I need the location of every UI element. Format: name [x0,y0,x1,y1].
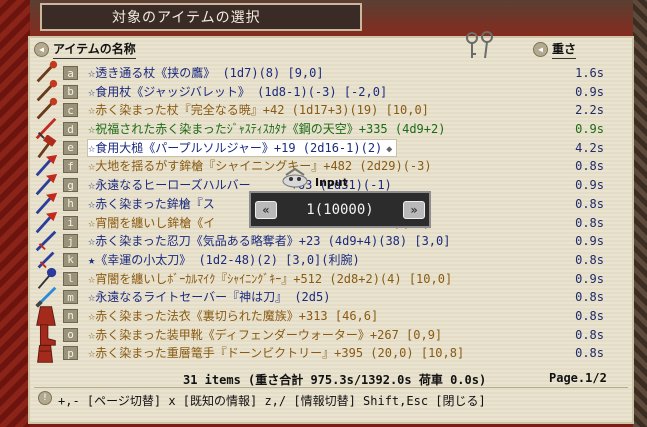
item-weight: 0.8s [575,215,604,230]
gauntlet-icon [37,345,54,364]
item-name: ★《幸運の小太刀》 (1d2-48)(2) [3,0](利腕) [88,252,364,268]
header-bullet-icon: ◀ [533,42,548,57]
item-row[interactable]: e ☆食用大槌《パープルソルジャー》+19 (2d16-1)(2) ◆ 4.2s [32,134,632,158]
item-row[interactable]: a ☆透き通る杖《挟の鷹》 (1d7)(8) [9,0] 1.6s [32,60,632,83]
item-row[interactable]: p ☆赤く染まった重層篭手『ドーンビクトリー』+395 (20,0) [10,8]… [32,344,632,364]
header-name-label: アイテムの名称 [53,40,136,59]
selection-cursor-icon: ◆ [386,143,393,155]
item-key-label[interactable]: a [63,66,78,80]
item-weight: 0.9s [575,122,604,137]
item-row[interactable]: j ☆赤く染まった忍刀《気品ある略奪者》+23 (4d9+4)(38) [3,0]… [32,230,632,252]
item-name-text: ☆赤く染まった杖『完全なる暁』+42 (1d17+3)(19) [10,0] [88,103,429,118]
item-name-text: ☆赤く染まった重層篭手『ドーンビクトリー』+395 (20,0) [10,8] [88,346,465,361]
item-name-text: ☆大地を揺るがす鉾槍『シャイニングキー』+482 (2d29)(-3) [88,159,432,174]
item-weight: 0.8s [575,252,604,267]
item-weight: 4.2s [575,140,604,155]
item-name: ☆赤く染まった法衣《裏切られた魔族》+313 [46,6] [88,308,382,324]
item-key-label[interactable]: c [63,103,78,118]
hint-icon: ! [38,391,52,405]
item-name-text: ☆宵闇を纏いしﾎﾞｰｶﾙﾏｲｸ『ｼｬｲﾆﾝｸﾞｷｰ』+512 (2d8+2)(4… [88,271,453,286]
quantity-value[interactable]: 1(10000) [277,202,403,218]
item-row[interactable]: c ☆赤く染まった杖『完全なる暁』+42 (1d17+3)(19) [10,0] 2… [32,98,632,120]
item-weight: 0.8s [575,290,604,305]
key-help: +,- [ページ切替] x [既知の情報] z,/ [情報切替] Shift,E… [58,394,486,408]
item-key-label[interactable]: k [63,252,78,267]
page-indicator: Page.1/2 [549,371,607,385]
input-dialog-label: Input [315,176,348,189]
item-name: ☆宵闇を纏いしﾎﾞｰｶﾙﾏｲｸ『ｼｬｲﾆﾝｸﾞｷｰ』+512 (2d8+2)(4… [88,271,456,287]
keys-icon [466,31,493,59]
item-name-text: ☆食用大槌《パープルソルジャー》+19 (2d16-1)(2) [88,140,383,155]
item-name-text: ☆赤く染まった忍刀《気品ある略奪者》+23 (4d9+4)(38) [3,0] [88,234,451,249]
item-name: ☆赤く染まった杖『完全なる暁』+42 (1d17+3)(19) [10,0] [88,102,433,118]
item-name-text: ☆透き通る杖《挟の鷹》 (1d7)(8) [9,0] [88,66,324,80]
item-name: ☆赤く染まった重層篭手『ドーンビクトリー』+395 (20,0) [10,8] [88,345,468,361]
item-row[interactable]: n ☆赤く染まった法衣《裏切られた魔族》+313 [46,6] 0.8s [32,306,632,326]
window-title: 対象のアイテムの選択 [40,3,362,31]
item-key-label[interactable]: j [63,234,78,249]
item-weight: 0.9s [575,178,604,193]
item-row[interactable]: b ☆食用杖《ジャッジバレット》 (1d8-1)(-3) [-2,0] 0.9s [32,79,632,102]
item-key-label[interactable]: p [63,346,78,361]
item-key-label[interactable]: e [63,140,78,155]
item-row[interactable]: f ☆大地を揺るがす鉾槍『シャイニングキー』+482 (2d29)(-3) 0.8s [32,155,632,177]
item-name: ☆食用大槌《パープルソルジャー》+19 (2d16-1)(2) ◆ [86,138,398,157]
item-row[interactable]: k ★《幸運の小太刀》 (1d2-48)(2) [3,0](利腕) 0.8s [32,251,632,270]
header-bullet-icon: ◀ [34,42,49,57]
item-name: ☆大地を揺るがす鉾槍『シャイニングキー』+482 (2d29)(-3) [88,158,436,174]
item-row[interactable]: l ☆宵闇を纏いしﾎﾞｰｶﾙﾏｲｸ『ｼｬｲﾆﾝｸﾞｷｰ』+512 (2d8+2)(… [32,267,632,289]
item-weight: 0.9s [575,271,604,286]
item-name: ☆食用杖《ジャッジバレット》 (1d8-1)(-3) [-2,0] [88,84,391,100]
item-weight: 0.8s [575,308,604,323]
item-key-label[interactable]: m [63,290,78,305]
item-name: ☆赤く染まった装甲靴《ディフェンダーウォーター》+267 [0,9] [88,327,446,343]
item-weight: 0.9s [575,84,604,99]
header-weight-label: 重さ [552,40,577,59]
item-key-label[interactable]: o [63,327,78,342]
item-row[interactable]: d ☆祝福された赤く染まったｼﾞｬｽﾃｨｽｶﾀﾅ《鋼の天空》+335 (4d9+2… [32,117,632,140]
increase-button[interactable]: » [403,200,425,219]
background-left [0,0,30,427]
item-name: ☆永遠なるライトセーバー『神は刀』 (2d5) [88,289,334,305]
inventory-summary: 31 items (重さ合計 975.3s/1392.0s 荷車 0.0s) [183,373,487,387]
input-sprite-icon [282,167,308,188]
item-name-text: ☆祝福された赤く染まったｼﾞｬｽﾃｨｽｶﾀﾅ《鋼の天空》+335 (4d9+2) [88,122,446,137]
item-key-label[interactable]: g [63,178,78,193]
item-name-text: ☆赤く染まった鉾槍『ス [88,196,215,211]
decrease-button[interactable]: « [255,200,277,219]
item-name-text: ☆食用杖《ジャッジバレット》 (1d8-1)(-3) [-2,0] [88,84,388,99]
item-weight: 2.2s [575,103,604,118]
item-name-text: ☆宵闇を纏いし鉾槍《イ [88,215,216,230]
item-key-label[interactable]: l [63,271,78,286]
item-row[interactable]: o ☆赤く染まった装甲靴《ディフェンダーウォーター》+267 [0,9] 0.8s [32,323,632,346]
header-weight: ◀ 重さ [533,40,577,59]
header-name: ◀ アイテムの名称 [34,40,136,59]
item-key-label[interactable]: d [63,122,78,137]
item-key-label[interactable]: b [63,84,78,99]
item-key-label[interactable]: f [63,159,78,174]
item-name: ☆透き通る杖《挟の鷹》 (1d7)(8) [9,0] [88,65,328,81]
item-weight: 0.8s [575,196,604,211]
item-weight: 1.6s [575,66,604,80]
item-name-text: ★《幸運の小太刀》 (1d2-48)(2) [3,0](利腕) [88,252,360,267]
item-name: ☆祝福された赤く染まったｼﾞｬｽﾃｨｽｶﾀﾅ《鋼の天空》+335 (4d9+2) [88,121,449,137]
item-name-text: ☆永遠なるライトセーバー『神は刀』 (2d5) [88,290,331,305]
item-name-text: ☆赤く染まった法衣《裏切られた魔族》+313 [46,6] [88,308,379,323]
item-key-label[interactable]: n [63,308,78,323]
item-weight: 0.9s [575,234,604,249]
quantity-input-dialog: « 1(10000) » [249,191,431,228]
item-row[interactable]: m ☆永遠なるライトセーバー『神は刀』 (2d5) 0.8s [32,286,632,308]
item-weight: 0.8s [575,346,604,361]
item-name: ☆赤く染まった忍刀《気品ある略奪者》+23 (4d9+4)(38) [3,0] [88,233,454,249]
item-name-text: ☆永遠なるヒーローズハルバー [88,178,251,193]
background-right [633,0,647,427]
item-key-label[interactable]: i [63,215,78,230]
item-weight: 0.8s [575,159,604,174]
item-weight: 0.8s [575,327,604,342]
item-key-label[interactable]: h [63,196,78,211]
item-name-text: ☆赤く染まった装甲靴《ディフェンダーウォーター》+267 [0,9] [88,327,443,342]
